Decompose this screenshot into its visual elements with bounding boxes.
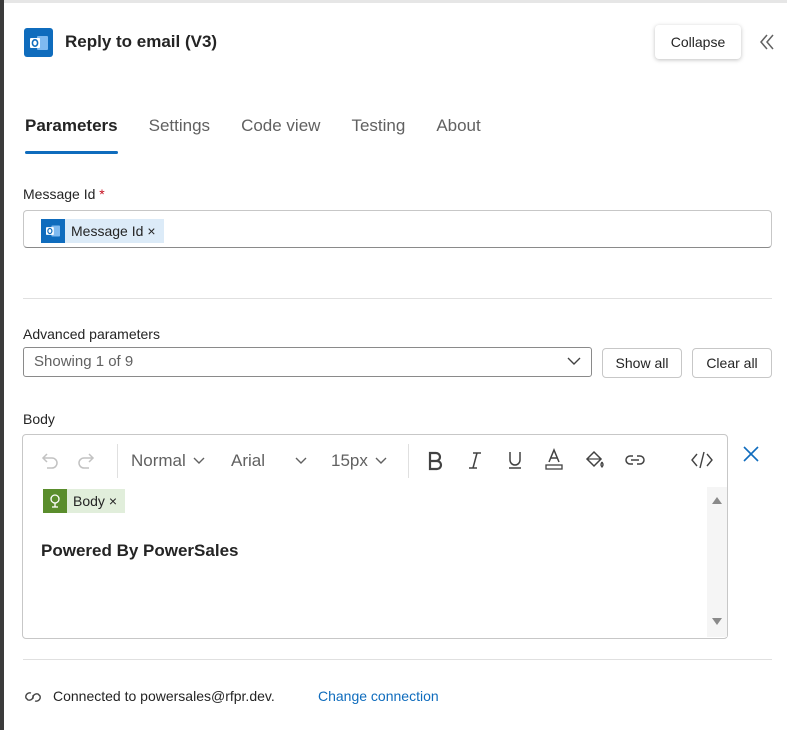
font-size-value: 15px xyxy=(331,451,368,470)
tab-about[interactable]: About xyxy=(436,116,480,146)
font-color-icon[interactable] xyxy=(543,447,565,471)
body-token-label: Body xyxy=(73,493,105,509)
chevron-down-icon xyxy=(193,457,205,464)
underline-icon[interactable] xyxy=(504,449,526,471)
highlight-fill-icon[interactable] xyxy=(583,448,607,472)
italic-icon[interactable] xyxy=(464,449,486,471)
connection-icon xyxy=(25,692,41,702)
body-token[interactable]: Body × xyxy=(43,489,126,513)
show-all-button[interactable]: Show all xyxy=(602,348,682,378)
change-connection-link[interactable]: Change connection xyxy=(318,688,439,704)
toolbar-separator xyxy=(117,444,118,478)
section-divider xyxy=(23,298,772,299)
token-remove-icon[interactable]: × xyxy=(109,493,117,509)
paragraph-style-value: Normal xyxy=(131,451,186,470)
chevron-down-icon xyxy=(567,357,581,365)
footer-divider xyxy=(23,659,772,660)
tab-testing[interactable]: Testing xyxy=(351,116,405,146)
collapse-button[interactable]: Collapse xyxy=(655,25,741,59)
left-edge-border xyxy=(0,0,4,730)
double-chevron-left-icon[interactable] xyxy=(758,32,776,52)
message-id-label: Message Id * xyxy=(23,186,105,202)
connection-status-text: Connected to powersales@rfpr.dev. xyxy=(53,688,275,704)
scroll-down-arrow-icon[interactable] xyxy=(711,617,723,627)
font-size-dropdown[interactable]: 15px xyxy=(331,451,387,471)
advanced-parameters-label: Advanced parameters xyxy=(23,326,160,342)
scroll-up-arrow-icon[interactable] xyxy=(711,495,723,505)
font-family-dropdown[interactable]: Arial xyxy=(231,451,307,471)
tab-settings[interactable]: Settings xyxy=(149,116,210,146)
message-id-field[interactable]: Message Id × xyxy=(23,210,772,248)
message-id-label-text: Message Id xyxy=(23,186,96,202)
top-edge-border xyxy=(4,0,787,3)
close-icon[interactable] xyxy=(741,444,761,464)
message-id-token[interactable]: Message Id × xyxy=(41,219,164,243)
chevron-down-icon xyxy=(295,457,307,464)
tab-bar: Parameters Settings Code view Testing Ab… xyxy=(25,116,512,154)
link-icon[interactable] xyxy=(623,449,647,471)
undo-icon[interactable] xyxy=(38,449,60,471)
advanced-parameters-value: Showing 1 of 9 xyxy=(34,353,134,370)
token-remove-icon[interactable]: × xyxy=(147,223,155,239)
page-title: Reply to email (V3) xyxy=(65,32,218,51)
tab-code-view[interactable]: Code view xyxy=(241,116,320,146)
font-family-value: Arial xyxy=(231,451,266,470)
advanced-parameters-dropdown[interactable]: Showing 1 of 9 xyxy=(23,347,592,377)
bold-icon[interactable] xyxy=(424,449,446,471)
editor-scrollbar[interactable] xyxy=(707,487,727,637)
body-label: Body xyxy=(23,411,55,427)
required-asterisk: * xyxy=(99,186,105,202)
code-view-icon[interactable] xyxy=(690,449,714,471)
toolbar-separator xyxy=(408,444,409,478)
outlook-icon xyxy=(41,219,65,243)
chevron-down-icon xyxy=(375,457,387,464)
message-id-token-label: Message Id xyxy=(71,223,144,239)
redo-icon[interactable] xyxy=(76,449,98,471)
clear-all-button[interactable]: Clear all xyxy=(692,348,772,378)
dynamic-content-icon xyxy=(43,489,67,513)
body-editor[interactable]: Normal Arial 15px Body × Powered By Powe… xyxy=(22,434,728,639)
tab-parameters[interactable]: Parameters xyxy=(25,116,118,154)
body-content-text[interactable]: Powered By PowerSales xyxy=(41,541,238,561)
paragraph-style-dropdown[interactable]: Normal xyxy=(131,451,205,471)
outlook-icon xyxy=(24,28,53,57)
